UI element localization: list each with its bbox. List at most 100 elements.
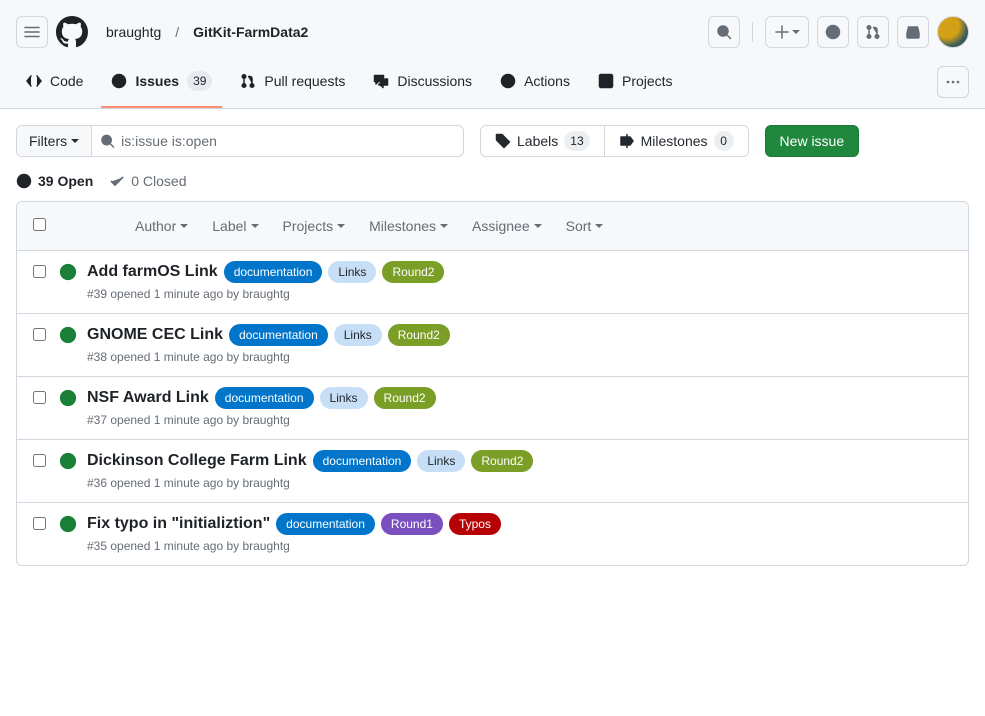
filter-sort-dropdown[interactable]: Sort — [566, 218, 604, 234]
code-icon — [26, 73, 42, 89]
labels-label: Labels — [517, 133, 558, 149]
issues-search-input[interactable] — [121, 133, 455, 149]
caret-down-icon — [595, 224, 603, 228]
label-pill[interactable]: Links — [328, 261, 376, 283]
caret-down-icon — [534, 224, 542, 228]
label-pill[interactable]: Round2 — [388, 324, 450, 346]
github-mark-icon — [56, 16, 88, 48]
issue-row: NSF Award Link documentation Links Round… — [17, 377, 968, 440]
select-all-checkbox[interactable] — [33, 218, 46, 231]
labels-count-badge: 13 — [564, 131, 589, 151]
issue-title-link[interactable]: NSF Award Link — [87, 389, 209, 407]
tab-actions[interactable]: Actions — [490, 56, 580, 108]
git-pull-request-icon — [240, 73, 256, 89]
filter-assignee-dropdown[interactable]: Assignee — [472, 218, 542, 234]
issue-row-checkbox[interactable] — [33, 265, 46, 278]
issue-opened-icon — [16, 173, 32, 189]
issue-row-checkbox[interactable] — [33, 391, 46, 404]
issue-row: Dickinson College Farm Link documentatio… — [17, 440, 968, 503]
caret-down-icon — [792, 30, 800, 34]
closed-count-label: 0 Closed — [131, 173, 186, 189]
new-issue-button[interactable]: New issue — [765, 125, 860, 157]
tab-code-label: Code — [50, 66, 83, 96]
tab-pulls[interactable]: Pull requests — [230, 56, 355, 108]
issue-opened-icon — [825, 24, 841, 40]
filters-dropdown-button[interactable]: Filters — [17, 126, 92, 156]
issue-opened-icon — [111, 73, 127, 89]
tab-issues[interactable]: Issues 39 — [101, 56, 222, 108]
filter-box: Filters — [16, 125, 464, 157]
label-pill[interactable]: Links — [320, 387, 368, 409]
issue-meta: #38 opened 1 minute ago by braughtg — [87, 350, 952, 364]
filter-label-dropdown[interactable]: Label — [212, 218, 258, 234]
label-pill[interactable]: Round2 — [382, 261, 444, 283]
milestones-label: Milestones — [641, 133, 708, 149]
tab-issues-label: Issues — [135, 66, 179, 96]
tab-projects[interactable]: Projects — [588, 56, 683, 108]
open-count-label: 39 Open — [38, 173, 93, 189]
issue-open-icon — [59, 324, 77, 364]
filter-milestones-dropdown[interactable]: Milestones — [369, 218, 448, 234]
plus-icon — [774, 24, 790, 40]
label-pill[interactable]: documentation — [224, 261, 323, 283]
pulls-link[interactable] — [857, 16, 889, 48]
issue-row-checkbox[interactable] — [33, 517, 46, 530]
issue-open-icon — [59, 513, 77, 553]
state-tab-open[interactable]: 39 Open — [16, 173, 93, 189]
breadcrumb-owner-link[interactable]: braughtg — [100, 18, 167, 46]
kebab-horizontal-icon — [945, 74, 961, 90]
search-button[interactable] — [708, 16, 740, 48]
milestones-link[interactable]: Milestones 0 — [604, 126, 748, 156]
issue-title-link[interactable]: Add farmOS Link — [87, 263, 218, 281]
label-pill[interactable]: Round2 — [471, 450, 533, 472]
issue-row-checkbox[interactable] — [33, 328, 46, 341]
tab-actions-label: Actions — [524, 66, 570, 96]
milestone-icon — [619, 133, 635, 149]
github-logo[interactable] — [56, 16, 88, 48]
breadcrumb-repo-link[interactable]: GitKit-FarmData2 — [187, 18, 314, 46]
issue-row: Fix typo in "initializtion" documentatio… — [17, 503, 968, 565]
issue-title-link[interactable]: Dickinson College Farm Link — [87, 452, 307, 470]
state-tab-closed[interactable]: 0 Closed — [109, 173, 186, 189]
issues-link[interactable] — [817, 16, 849, 48]
label-pill[interactable]: Round1 — [381, 513, 443, 535]
label-pill[interactable]: documentation — [215, 387, 314, 409]
notifications-button[interactable] — [897, 16, 929, 48]
tag-icon — [495, 133, 511, 149]
caret-down-icon — [337, 224, 345, 228]
tab-discussions[interactable]: Discussions — [363, 56, 482, 108]
repo-nav: Code Issues 39 Pull requests Discussions… — [0, 56, 985, 109]
caret-down-icon — [71, 139, 79, 143]
filter-milestones-label: Milestones — [369, 218, 436, 234]
label-pill[interactable]: documentation — [229, 324, 328, 346]
tab-projects-label: Projects — [622, 66, 673, 96]
filter-author-label: Author — [135, 218, 176, 234]
issue-title-link[interactable]: Fix typo in "initializtion" — [87, 515, 270, 533]
user-avatar[interactable] — [937, 16, 969, 48]
filter-projects-dropdown[interactable]: Projects — [283, 218, 346, 234]
filter-author-dropdown[interactable]: Author — [135, 218, 188, 234]
inbox-icon — [905, 24, 921, 40]
repo-nav-overflow-button[interactable] — [937, 66, 969, 98]
label-pill[interactable]: Links — [334, 324, 382, 346]
issue-open-icon — [59, 450, 77, 490]
label-pill[interactable]: Links — [417, 450, 465, 472]
issue-row-checkbox[interactable] — [33, 454, 46, 467]
label-pill[interactable]: documentation — [276, 513, 375, 535]
create-new-button[interactable] — [765, 16, 809, 48]
tab-code[interactable]: Code — [16, 56, 93, 108]
labels-link[interactable]: Labels 13 — [481, 126, 604, 156]
label-pill[interactable]: Typos — [449, 513, 501, 535]
label-pill[interactable]: Round2 — [374, 387, 436, 409]
git-pull-request-icon — [865, 24, 881, 40]
tab-discussions-label: Discussions — [397, 66, 472, 96]
play-icon — [500, 73, 516, 89]
label-pill[interactable]: documentation — [313, 450, 412, 472]
issues-list-header: Author Label Projects Milestones Assigne… — [17, 202, 968, 251]
breadcrumb-separator: / — [175, 24, 179, 40]
hamburger-menu-button[interactable] — [16, 16, 48, 48]
caret-down-icon — [251, 224, 259, 228]
caret-down-icon — [440, 224, 448, 228]
search-icon — [716, 24, 732, 40]
issue-title-link[interactable]: GNOME CEC Link — [87, 326, 223, 344]
